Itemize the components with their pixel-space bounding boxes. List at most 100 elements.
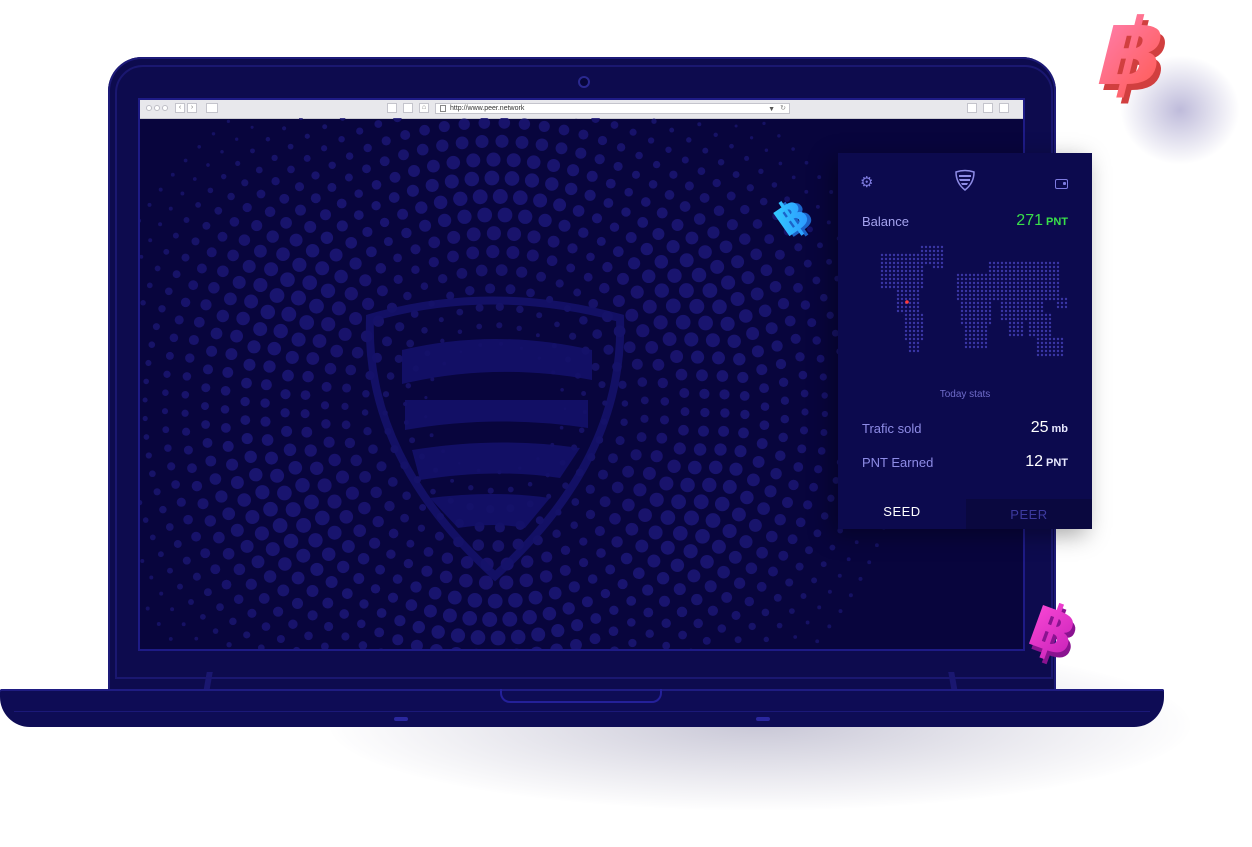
gear-icon[interactable]: ⚙ (860, 175, 873, 191)
halftone-dot (722, 479, 737, 494)
halftone-dot (341, 632, 350, 641)
map-dot (916, 281, 920, 285)
halftone-dot (345, 486, 359, 500)
map-dot (940, 261, 944, 265)
window-minimize-button[interactable] (154, 105, 160, 111)
halftone-dot (354, 189, 363, 198)
halftone-dot (780, 414, 790, 424)
balance-value: 271 PNT (1016, 212, 1068, 230)
halftone-dot (559, 564, 571, 576)
halftone-dot (800, 389, 809, 398)
map-dot (960, 289, 964, 293)
halftone-dot (405, 599, 418, 611)
back-button[interactable]: ‹ (175, 103, 185, 113)
map-dot (1008, 265, 1012, 269)
halftone-dot (227, 249, 239, 262)
map-dot (916, 273, 920, 277)
map-dot (1008, 261, 1012, 265)
sidebar-toggle-button[interactable] (206, 103, 218, 113)
home-icon[interactable]: ⌂ (419, 103, 429, 113)
halftone-dot (817, 447, 826, 455)
map-dot (996, 297, 1000, 301)
browser-toolbar: ‹ › ⌂ http://www.peer.network ▼ ↻ (140, 100, 1023, 119)
address-bar[interactable]: http://www.peer.network ▼ ↻ (435, 103, 790, 114)
map-dot (1064, 305, 1068, 309)
halftone-dot (362, 164, 371, 174)
halftone-dot (285, 502, 301, 518)
wallet-icon[interactable] (1055, 179, 1068, 189)
map-dot (980, 293, 984, 297)
map-dot (1048, 281, 1052, 285)
halftone-dot (678, 283, 694, 299)
halftone-dot (622, 498, 635, 512)
forward-button[interactable]: › (187, 103, 197, 113)
halftone-dot (536, 271, 547, 282)
settings-icon[interactable] (999, 103, 1009, 113)
halftone-dot (338, 135, 345, 143)
map-dot (1004, 273, 1008, 277)
halftone-dot (247, 608, 257, 618)
window-maximize-button[interactable] (162, 105, 168, 111)
map-dot (1036, 329, 1040, 333)
map-dot (980, 277, 984, 281)
halftone-dot (271, 177, 280, 186)
halftone-dot (759, 383, 770, 394)
halftone-dot (778, 161, 783, 166)
map-dot (928, 253, 932, 257)
halftone-dot (181, 390, 190, 399)
halftone-dot (310, 193, 321, 204)
halftone-dot (230, 523, 244, 537)
window-close-button[interactable] (146, 105, 152, 111)
halftone-dot (438, 317, 444, 323)
map-dot (996, 289, 1000, 293)
map-dot (1012, 329, 1016, 333)
halftone-dot (756, 581, 767, 592)
map-dot (1020, 289, 1024, 293)
halftone-dot (496, 322, 503, 329)
halftone-dot (751, 345, 764, 358)
map-dot (912, 281, 916, 285)
tab-peer[interactable]: PEER (966, 499, 1092, 529)
halftone-dot (799, 426, 809, 435)
tab-seed[interactable]: SEED (838, 497, 966, 529)
tabs-icon[interactable] (983, 103, 993, 113)
halftone-dot (295, 204, 306, 216)
halftone-dot (254, 526, 269, 541)
halftone-dot (301, 426, 313, 438)
halftone-dot (276, 634, 285, 644)
map-dot (956, 293, 960, 297)
map-dot (916, 305, 920, 309)
shield-icon[interactable]: ▼ (768, 105, 775, 114)
map-dot (1020, 273, 1024, 277)
reload-icon[interactable]: ↻ (780, 104, 786, 113)
halftone-dot (406, 184, 419, 197)
map-dot (984, 281, 988, 285)
print-icon[interactable] (387, 103, 397, 113)
map-dot (912, 309, 916, 313)
halftone-dot (335, 470, 350, 484)
map-dot (900, 293, 904, 297)
halftone-dot (733, 353, 746, 366)
map-dot (1032, 289, 1036, 293)
map-dot (1044, 329, 1048, 333)
map-dot (912, 321, 916, 325)
reader-icon[interactable] (403, 103, 413, 113)
halftone-dot (272, 518, 288, 533)
halftone-dot (308, 533, 323, 548)
map-dot (1056, 281, 1060, 285)
map-dot (1008, 317, 1012, 321)
halftone-dot (673, 442, 686, 455)
share-icon[interactable] (967, 103, 977, 113)
halftone-dot (341, 402, 349, 411)
map-dot (892, 277, 896, 281)
halftone-dot (328, 161, 336, 170)
halftone-dot (242, 259, 256, 273)
map-dot (1028, 309, 1032, 313)
halftone-dot (470, 630, 486, 645)
halftone-dot (518, 118, 531, 130)
map-dot (884, 281, 888, 285)
halftone-dot (482, 612, 498, 627)
halftone-dot (586, 170, 598, 182)
halftone-dot (265, 542, 280, 557)
map-dot (972, 305, 976, 309)
